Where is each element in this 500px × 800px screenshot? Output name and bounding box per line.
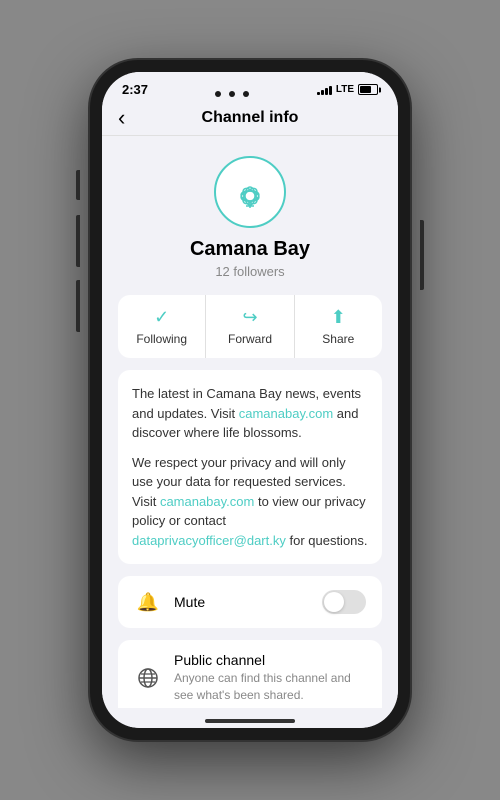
mute-label: Mute bbox=[174, 594, 322, 610]
nav-bar: ‹ Channel info bbox=[102, 101, 398, 136]
signal-icon bbox=[317, 85, 332, 95]
public-channel-title: Public channel bbox=[174, 652, 366, 668]
description-card: The latest in Camana Bay news, events an… bbox=[118, 370, 382, 564]
forward-icon: ↪ bbox=[242, 307, 257, 328]
profile-section: Camana Bay 12 followers bbox=[102, 136, 398, 295]
mute-text: Mute bbox=[174, 594, 322, 610]
info-card: Public channel Anyone can find this chan… bbox=[118, 640, 382, 708]
nav-title: Channel info bbox=[202, 109, 299, 127]
following-label: Following bbox=[136, 332, 187, 346]
following-button[interactable]: ✓ Following bbox=[118, 295, 206, 358]
following-icon: ✓ bbox=[154, 307, 169, 328]
forward-label: Forward bbox=[228, 332, 272, 346]
avatar bbox=[214, 156, 286, 228]
lte-label: LTE bbox=[336, 84, 354, 95]
volume-silent-button bbox=[76, 170, 80, 200]
share-label: Share bbox=[322, 332, 354, 346]
mute-row: 🔔 Mute bbox=[118, 576, 382, 628]
notch bbox=[215, 91, 249, 97]
website-link-2[interactable]: camanabay.com bbox=[160, 494, 254, 509]
public-channel-row: Public channel Anyone can find this chan… bbox=[118, 640, 382, 708]
volume-down-button bbox=[76, 280, 80, 332]
home-bar bbox=[205, 719, 295, 723]
status-bar: 2:37 LTE bbox=[102, 72, 398, 101]
bell-icon: 🔔 bbox=[134, 588, 162, 616]
description-para2: We respect your privacy and will only us… bbox=[132, 453, 368, 551]
follower-count: 12 followers bbox=[215, 264, 284, 279]
website-link-1[interactable]: camanabay.com bbox=[239, 406, 333, 421]
volume-up-button bbox=[76, 215, 80, 267]
public-channel-subtitle: Anyone can find this channel and see wha… bbox=[174, 670, 366, 704]
back-button[interactable]: ‹ bbox=[118, 105, 125, 131]
status-time: 2:37 bbox=[122, 82, 148, 97]
description-para1: The latest in Camana Bay news, events an… bbox=[132, 384, 368, 443]
mute-card: 🔔 Mute bbox=[118, 576, 382, 628]
content-scroll[interactable]: Camana Bay 12 followers ✓ Following ↪ Fo… bbox=[102, 136, 398, 708]
forward-button[interactable]: ↪ Forward bbox=[206, 295, 294, 358]
dot2 bbox=[229, 91, 235, 97]
globe-icon bbox=[134, 664, 162, 692]
share-button[interactable]: ⬆ Share bbox=[295, 295, 382, 358]
home-indicator bbox=[102, 708, 398, 728]
channel-name: Camana Bay bbox=[190, 238, 310, 261]
mute-toggle[interactable] bbox=[322, 590, 366, 614]
battery-icon bbox=[358, 84, 378, 95]
share-icon: ⬆ bbox=[331, 307, 346, 328]
toggle-knob bbox=[324, 592, 344, 612]
status-icons: LTE bbox=[317, 84, 378, 95]
power-button bbox=[420, 220, 424, 290]
dot1 bbox=[215, 91, 221, 97]
channel-logo-icon bbox=[228, 170, 272, 214]
dot3 bbox=[243, 91, 249, 97]
action-row: ✓ Following ↪ Forward ⬆ Share bbox=[118, 295, 382, 358]
email-link[interactable]: dataprivacyofficer@dart.ky bbox=[132, 533, 286, 548]
public-channel-text: Public channel Anyone can find this chan… bbox=[174, 652, 366, 704]
